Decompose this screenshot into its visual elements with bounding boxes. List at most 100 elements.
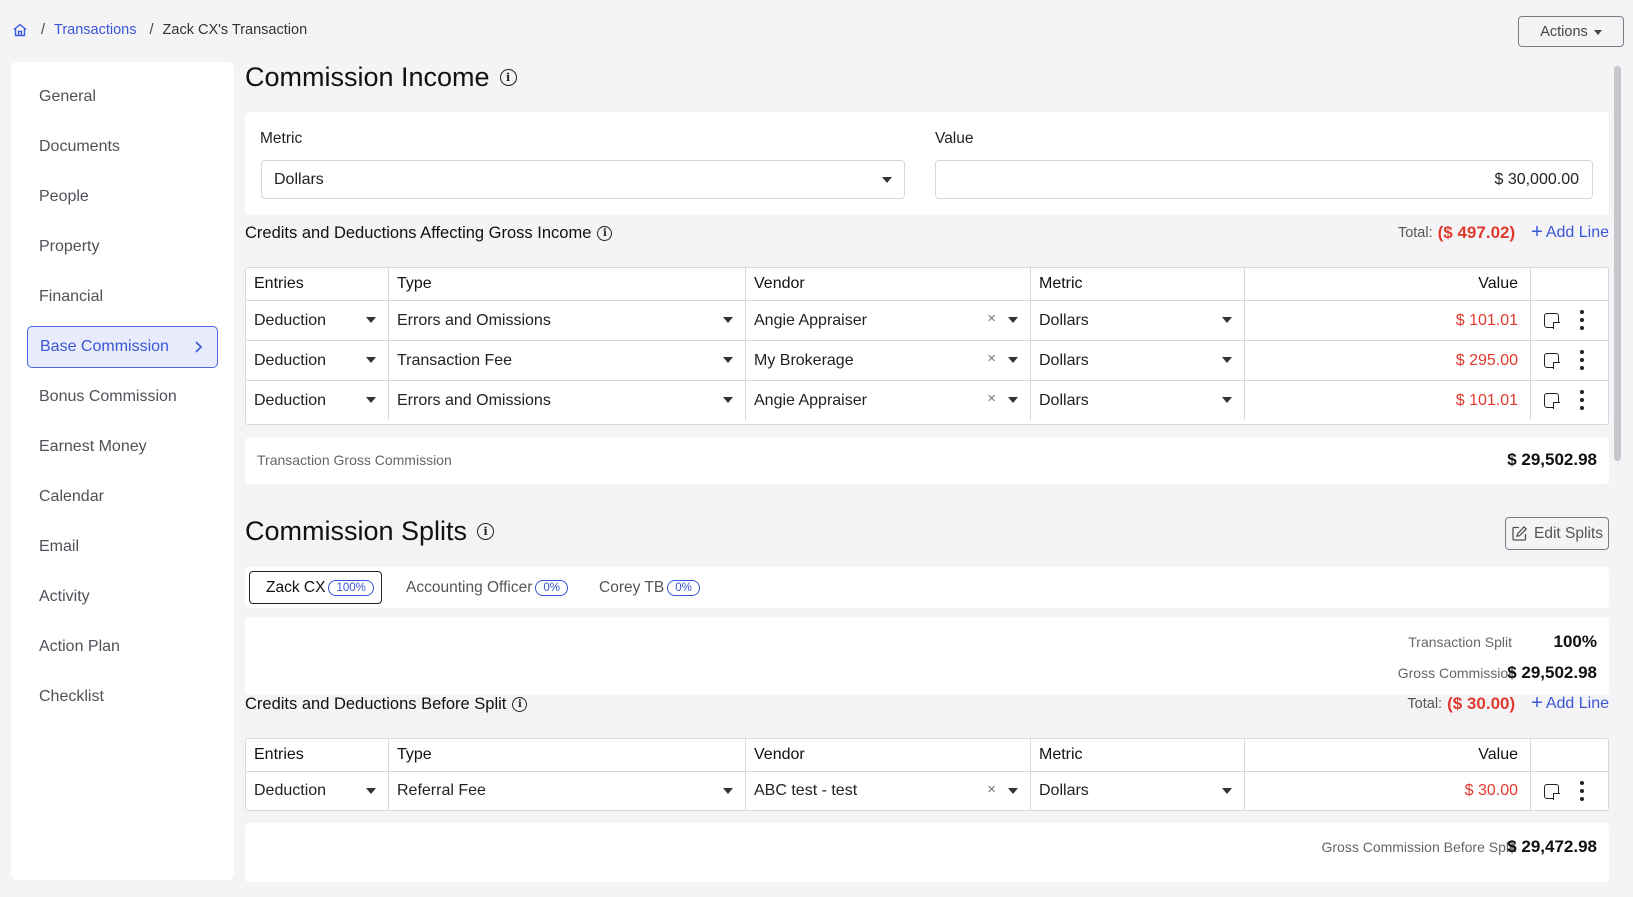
entries-value: Deduction bbox=[254, 391, 327, 409]
entries-select[interactable]: Deduction bbox=[246, 381, 389, 420]
percent-badge: 0% bbox=[667, 579, 700, 596]
metric-select[interactable]: Dollars bbox=[1031, 301, 1245, 340]
info-icon[interactable]: i bbox=[499, 69, 517, 86]
tab-accounting-officer[interactable]: Accounting Officer 0% bbox=[400, 571, 574, 604]
metric-select[interactable]: Dollars bbox=[261, 160, 905, 199]
more-options-icon[interactable] bbox=[1580, 310, 1584, 330]
more-options-icon[interactable] bbox=[1580, 781, 1584, 801]
summary-value: $ 29,472.98 bbox=[1507, 837, 1597, 856]
more-options-icon[interactable] bbox=[1580, 350, 1584, 370]
vendor-select[interactable]: ABC test - test × bbox=[746, 772, 1031, 810]
note-icon[interactable] bbox=[1544, 353, 1560, 369]
tab-zack-cx[interactable]: Zack CX 100% bbox=[249, 571, 382, 604]
sidebar-item-base-commission[interactable]: Base Commission bbox=[27, 326, 218, 368]
sidebar-item-bonus-commission[interactable]: Bonus Commission bbox=[27, 376, 218, 418]
caret-down-icon bbox=[1222, 788, 1232, 794]
value-input[interactable]: $ 101.01 bbox=[1245, 381, 1531, 420]
type-select[interactable]: Referral Fee bbox=[389, 772, 746, 810]
metric-select[interactable]: Dollars bbox=[1031, 772, 1245, 810]
entries-value: Deduction bbox=[254, 311, 327, 329]
main-content: Commission Income i Metric Dollars Value… bbox=[245, 62, 1609, 882]
header-type: Type bbox=[389, 268, 746, 300]
sidebar-item-general[interactable]: General bbox=[27, 76, 218, 118]
add-line-label: Add Line bbox=[1545, 695, 1609, 712]
metric-select[interactable]: Dollars bbox=[1031, 381, 1245, 420]
clear-icon[interactable]: × bbox=[987, 350, 996, 367]
breadcrumb-transactions-link[interactable]: Transactions bbox=[54, 22, 136, 38]
metric-select[interactable]: Dollars bbox=[1031, 341, 1245, 380]
info-icon[interactable]: i bbox=[597, 226, 613, 241]
info-icon[interactable]: i bbox=[477, 523, 495, 540]
scrollbar-thumb[interactable] bbox=[1614, 66, 1621, 461]
percent-badge: 100% bbox=[328, 579, 374, 596]
sidebar-item-activity[interactable]: Activity bbox=[27, 576, 218, 618]
type-select[interactable]: Errors and Omissions bbox=[389, 381, 746, 420]
clear-icon[interactable]: × bbox=[987, 390, 996, 407]
caret-down-icon bbox=[723, 317, 733, 323]
add-line-button[interactable]: + Add Line bbox=[1531, 693, 1609, 713]
edit-splits-label: Edit Splits bbox=[1534, 524, 1603, 542]
tab-corey-tb[interactable]: Corey TB 0% bbox=[593, 571, 706, 604]
sidebar-item-checklist[interactable]: Checklist bbox=[27, 676, 218, 718]
before-split-table: Entries Type Vendor Metric Value Deducti… bbox=[245, 738, 1609, 811]
entries-select[interactable]: Deduction bbox=[246, 301, 389, 340]
type-select[interactable]: Errors and Omissions bbox=[389, 301, 746, 340]
vendor-select[interactable]: My Brokerage × bbox=[746, 341, 1031, 380]
header-value: Value bbox=[1245, 739, 1531, 771]
actions-label: Actions bbox=[1540, 23, 1588, 40]
row-actions bbox=[1531, 381, 1608, 420]
sidebar-item-label: Property bbox=[39, 238, 100, 255]
entries-select[interactable]: Deduction bbox=[246, 341, 389, 380]
edit-splits-button[interactable]: Edit Splits bbox=[1505, 517, 1609, 550]
metric-value: Dollars bbox=[1039, 311, 1089, 329]
type-select[interactable]: Transaction Fee bbox=[389, 341, 746, 380]
note-icon[interactable] bbox=[1544, 784, 1560, 800]
sidebar-item-property[interactable]: Property bbox=[27, 226, 218, 268]
entries-select[interactable]: Deduction bbox=[246, 772, 389, 810]
clear-icon[interactable]: × bbox=[987, 781, 996, 798]
value-input[interactable]: $ 30.00 bbox=[1245, 772, 1531, 810]
clear-icon[interactable]: × bbox=[987, 310, 996, 327]
sidebar-item-label: People bbox=[39, 188, 89, 205]
caret-down-icon bbox=[1593, 29, 1602, 35]
add-line-button[interactable]: + Add Line bbox=[1531, 221, 1609, 243]
sidebar-item-action-plan[interactable]: Action Plan bbox=[27, 626, 218, 668]
edit-icon bbox=[1512, 525, 1528, 541]
vendor-select[interactable]: Angie Appraiser × bbox=[746, 301, 1031, 340]
actions-button[interactable]: Actions bbox=[1518, 16, 1624, 47]
note-icon[interactable] bbox=[1544, 313, 1560, 329]
sidebar-item-label: Calendar bbox=[39, 488, 104, 505]
value-input[interactable]: $ 101.01 bbox=[1245, 301, 1531, 340]
sidebar-item-financial[interactable]: Financial bbox=[27, 276, 218, 318]
note-icon[interactable] bbox=[1544, 393, 1560, 409]
vendor-select[interactable]: Angie Appraiser × bbox=[746, 381, 1031, 420]
plus-icon: + bbox=[1531, 221, 1543, 243]
value-input[interactable]: $ 295.00 bbox=[1245, 341, 1531, 380]
sidebar-item-documents[interactable]: Documents bbox=[27, 126, 218, 168]
caret-down-icon bbox=[1008, 357, 1018, 363]
header-vendor: Vendor bbox=[746, 739, 1031, 771]
split-tabs: Zack CX 100% Accounting Officer 0% Corey… bbox=[245, 567, 1609, 608]
summary-label: Transaction Gross Commission bbox=[257, 452, 452, 468]
total-label: Total: bbox=[1407, 696, 1443, 712]
sidebar-item-earnest-money[interactable]: Earnest Money bbox=[27, 426, 218, 468]
scrollbar[interactable] bbox=[1612, 62, 1622, 880]
sidebar-item-calendar[interactable]: Calendar bbox=[27, 476, 218, 518]
info-icon[interactable]: i bbox=[512, 697, 528, 712]
commission-income-card: Metric Dollars Value $ 30,000.00 bbox=[245, 112, 1609, 215]
caret-down-icon bbox=[723, 788, 733, 794]
vendor-value: Angie Appraiser bbox=[754, 311, 867, 329]
sidebar-item-label: Earnest Money bbox=[39, 438, 147, 455]
caret-down-icon bbox=[1222, 357, 1232, 363]
more-options-icon[interactable] bbox=[1580, 390, 1584, 410]
table-row: Deduction Referral Fee ABC test - test × … bbox=[246, 771, 1608, 810]
value-input[interactable]: $ 30,000.00 bbox=[935, 160, 1593, 199]
gross-commission-label: Gross Commission bbox=[1397, 665, 1516, 681]
type-value: Errors and Omissions bbox=[397, 311, 551, 329]
home-icon[interactable] bbox=[12, 22, 28, 38]
sidebar-item-label: Checklist bbox=[39, 688, 104, 705]
sidebar-item-email[interactable]: Email bbox=[27, 526, 218, 568]
sidebar-item-people[interactable]: People bbox=[27, 176, 218, 218]
total-amount: ($ 497.02) bbox=[1437, 223, 1516, 242]
add-line-label: Add Line bbox=[1545, 224, 1609, 241]
